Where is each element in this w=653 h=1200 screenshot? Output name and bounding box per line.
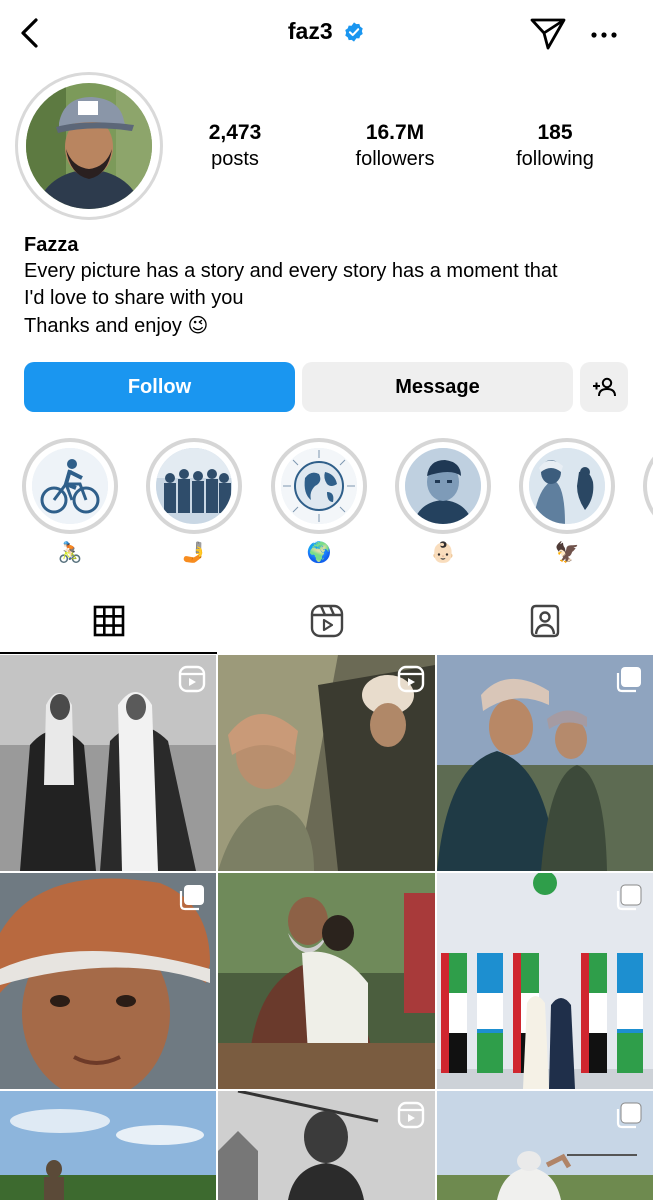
- reel-badge-icon: [178, 665, 206, 693]
- add-person-icon: [593, 377, 616, 397]
- reel-badge-icon: [397, 665, 425, 693]
- more-options-button[interactable]: [588, 22, 620, 48]
- following-label: following: [516, 148, 594, 170]
- profile-tabs: [0, 590, 653, 654]
- follow-button[interactable]: Follow: [24, 362, 295, 412]
- cyclist-illustration: [32, 448, 108, 524]
- globe-illustration: [281, 448, 357, 524]
- carousel-badge-icon: [616, 884, 642, 911]
- avatar: [26, 83, 152, 209]
- highlight-partial[interactable]: [643, 438, 653, 534]
- highlight-group[interactable]: 🤳: [145, 438, 243, 564]
- child-portrait: [405, 448, 481, 524]
- message-button[interactable]: Message: [302, 362, 573, 412]
- reel-badge-icon: [397, 1101, 425, 1129]
- followers-stat[interactable]: 16.7M followers: [325, 120, 465, 172]
- active-tab-indicator: [0, 652, 217, 654]
- highlight-cycling[interactable]: 🚴🏻: [21, 438, 119, 564]
- post-thumbnail[interactable]: [0, 873, 216, 1089]
- highlight-falconry[interactable]: 🦅: [518, 438, 616, 564]
- followers-count: 16.7M: [365, 121, 425, 144]
- post-thumbnail[interactable]: [218, 873, 435, 1089]
- posts-count: 2,473: [208, 121, 262, 144]
- suggest-people-button[interactable]: [580, 362, 628, 412]
- profile-username: faz3: [287, 18, 333, 44]
- post-thumbnail[interactable]: [437, 1091, 653, 1200]
- falcon-photo: [529, 448, 605, 524]
- profile-avatar-ring[interactable]: [15, 72, 163, 220]
- tab-reels[interactable]: [218, 590, 435, 652]
- post-thumbnail[interactable]: [437, 873, 653, 1089]
- posts-label: posts: [211, 148, 259, 170]
- post-grid: [0, 655, 653, 1200]
- more-horizontal-icon: [591, 32, 617, 38]
- carousel-badge-icon: [616, 667, 641, 693]
- highlight-childhood[interactable]: 👶🏻: [394, 438, 492, 564]
- bio-line: Every picture has a story and every stor…: [24, 260, 558, 282]
- highlight-label: 🌍: [306, 540, 332, 564]
- grid-icon: [93, 605, 124, 637]
- following-count: 185: [537, 121, 573, 144]
- following-stat[interactable]: 185 following: [485, 120, 625, 172]
- display-name: Fazza: [24, 234, 79, 256]
- highlight-label: 👶🏻: [430, 540, 456, 564]
- bio-line-text: Thanks and enjoy: [24, 315, 182, 337]
- direct-message-button[interactable]: [528, 16, 568, 52]
- wink-emoji: 😉: [187, 313, 209, 337]
- carousel-badge-icon: [179, 885, 204, 911]
- bio-line: I'd love to share with you: [24, 287, 244, 309]
- post-thumbnail[interactable]: [218, 1091, 435, 1200]
- highlight-label: 🚴🏻: [57, 540, 83, 564]
- top-bar: faz3: [0, 0, 653, 66]
- group-photo: [156, 448, 232, 524]
- tab-tagged[interactable]: [436, 590, 653, 652]
- carousel-badge-icon: [616, 1102, 642, 1129]
- post-thumbnail[interactable]: [218, 655, 435, 871]
- post-thumbnail[interactable]: [0, 655, 216, 871]
- post-thumbnail[interactable]: [437, 655, 653, 871]
- reels-icon: [310, 604, 343, 638]
- followers-label: followers: [355, 148, 435, 170]
- paper-plane-icon: [530, 18, 566, 50]
- tab-grid[interactable]: [0, 590, 217, 652]
- tagged-person-icon: [530, 604, 559, 638]
- post-thumbnail[interactable]: [0, 1091, 216, 1200]
- posts-stat[interactable]: 2,473 posts: [165, 120, 305, 172]
- verified-badge-icon: [345, 21, 363, 42]
- bio-line-last: Thanks and enjoy 😉: [24, 312, 634, 340]
- profile-bio: Fazza Every picture has a story and ever…: [24, 232, 634, 340]
- highlight-world[interactable]: 🌍: [270, 438, 368, 564]
- highlight-label: 🤳: [181, 540, 207, 564]
- highlight-label: 🦅: [554, 540, 580, 564]
